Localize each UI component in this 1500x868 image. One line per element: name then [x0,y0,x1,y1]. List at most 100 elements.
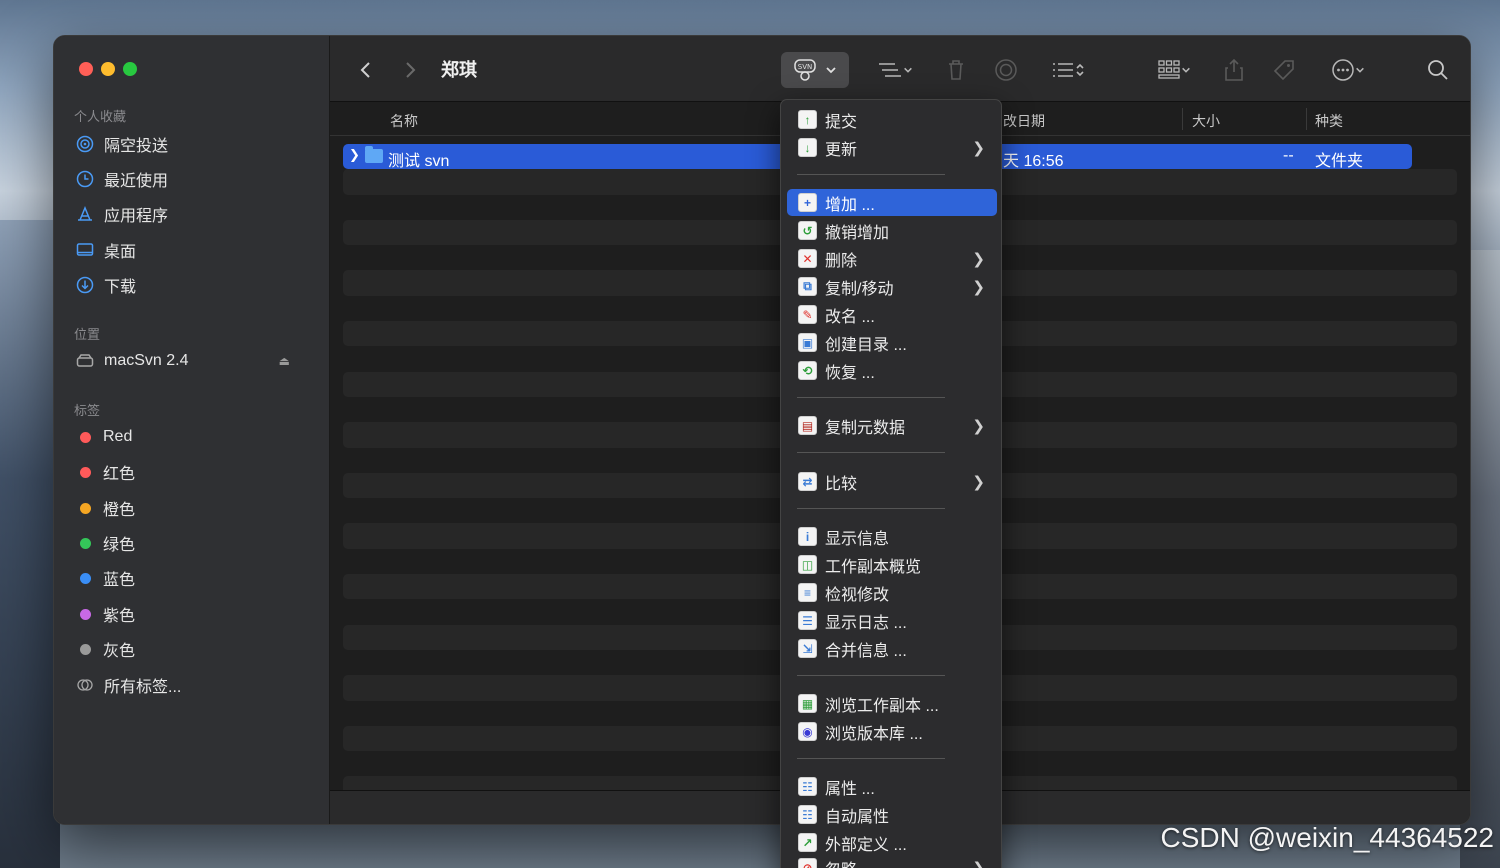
menu-item-label: 浏览工作副本 ... [825,697,939,715]
chevron-right-icon: ❯ [972,139,985,157]
menu-item-copy-metadata[interactable]: ▤ 复制元数据 ❯ [787,412,997,439]
airdrop-button[interactable] [990,54,1022,86]
column-divider[interactable] [1182,108,1183,130]
menu-item-label: 删除 [825,252,858,270]
menu-item-commit[interactable]: ↑ 提交 [787,106,997,133]
zoom-button[interactable] [123,62,137,76]
column-size[interactable]: 大小 [1192,111,1220,131]
chevron-down-icon [826,67,836,74]
tag-button[interactable] [1268,54,1300,86]
desktop-icon [76,241,94,259]
menu-item-auto-props[interactable]: ☷ 自动属性 [787,801,997,828]
sidebar-tag-orange[interactable]: 橙色 [76,493,316,523]
column-divider[interactable] [1306,108,1307,130]
menu-item-label: 自动属性 [825,808,890,826]
menu-item-delete[interactable]: ✕ 删除 ❯ [787,245,997,272]
menu-item-label: 外部定义 ... [825,836,907,854]
browse-wc-icon: ▦ [798,694,817,713]
menu-item-ignore[interactable]: ⊘ 忽略 ❯ [787,854,997,868]
menu-item-label: 创建目录 ... [825,336,907,354]
file-size: -- [1283,147,1294,164]
trash-button[interactable] [942,54,970,86]
merge-icon: ⇲ [798,639,817,658]
sidebar-tag-blue[interactable]: 蓝色 [76,563,316,593]
close-button[interactable] [79,62,93,76]
chevron-down-icon [1356,67,1364,73]
externals-icon: ↗ [798,833,817,852]
column-name[interactable]: 名称 [390,111,418,131]
list-view-button[interactable] [870,54,920,86]
sidebar-item-airdrop[interactable]: 隔空投送 [76,129,316,159]
eject-icon[interactable]: ⏏ [279,354,290,368]
chevron-updown-icon [1076,63,1084,77]
share-button[interactable] [1220,54,1248,86]
menu-item-mkdir[interactable]: ▣ 创建目录 ... [787,329,997,356]
compare-icon: ⇄ [798,472,817,491]
menu-item-update[interactable]: ↓ 更新 ❯ [787,134,997,161]
back-button[interactable] [354,54,378,86]
svn-icon: SVN [794,59,816,81]
menu-item-overview[interactable]: ◫ 工作副本概览 [787,551,997,578]
browse-repo-icon: ◉ [798,722,817,741]
svg-text:SVN: SVN [798,63,812,71]
menu-item-rename[interactable]: ✎ 改名 ... [787,301,997,328]
column-date[interactable]: 改日期 [1003,111,1045,131]
revert-add-icon: ↺ [798,221,817,240]
disclosure-icon[interactable]: ❯ [349,147,360,163]
menu-item-browse-wc[interactable]: ▦ 浏览工作副本 ... [787,690,997,717]
all-tags-label: 所有标签... [104,679,182,696]
sidebar: 个人收藏 隔空投送 最近使用 应用程序 桌面 下载 位置 macSvn 2.4 … [54,36,330,824]
menu-item-restore[interactable]: ⟲ 恢复 ... [787,357,997,384]
group-list-icon [1053,63,1073,77]
more-actions-button[interactable] [1322,54,1374,86]
svn-menu-button[interactable]: SVN [781,52,849,88]
sidebar-item-applications[interactable]: 应用程序 [76,199,316,229]
tag-dot-icon [80,431,91,443]
ellipsis-circle-icon [1332,59,1354,81]
sidebar-item-downloads[interactable]: 下载 [76,270,316,300]
column-kind[interactable]: 种类 [1315,111,1343,131]
menu-item-revert-add[interactable]: ↺ 撤销增加 [787,217,997,244]
airdrop-icon [995,59,1017,81]
sidebar-item-label: 桌面 [104,244,137,261]
props-icon: ☷ [798,777,817,796]
sidebar-tag-red-en[interactable]: Red [76,422,316,452]
file-date: 天 16:56 [1003,153,1064,170]
menu-item-browse-repo[interactable]: ◉ 浏览版本库 ... [787,718,997,745]
sidebar-tag-red[interactable]: 红色 [76,457,316,487]
sidebar-tag-gray[interactable]: 灰色 [76,634,316,664]
menu-item-add[interactable]: + 增加 ... [787,189,997,216]
mkdir-icon: ▣ [798,333,817,352]
sidebar-tag-green[interactable]: 绿色 [76,528,316,558]
restore-icon: ⟲ [798,361,817,380]
menu-item-info[interactable]: i 显示信息 [787,523,997,550]
menu-item-compare[interactable]: ⇄ 比较 ❯ [787,468,997,495]
update-icon: ↓ [798,138,817,157]
sidebar-item-macsvn[interactable]: macSvn 2.4 ⏏ [76,346,316,376]
menu-item-label: 提交 [825,113,858,131]
sidebar-all-tags[interactable]: 所有标签... [76,670,316,700]
menu-item-log[interactable]: ☰ 显示日志 ... [787,607,997,634]
sidebar-tag-purple[interactable]: 紫色 [76,599,316,629]
forward-button[interactable] [398,54,422,86]
group-by-button[interactable] [1042,54,1094,86]
chevron-down-icon [1182,67,1190,73]
gallery-view-button[interactable] [1148,54,1200,86]
menu-separator [797,758,945,759]
menu-item-label: 检视修改 [825,586,890,604]
menu-item-label: 忽略 [825,856,857,868]
menu-item-review[interactable]: ≡ 检视修改 [787,579,997,606]
menu-item-merge[interactable]: ⇲ 合并信息 ... [787,635,997,662]
menu-item-externals[interactable]: ↗ 外部定义 ... [787,829,997,856]
sidebar-item-desktop[interactable]: 桌面 [76,235,316,265]
menu-item-props[interactable]: ☷ 属性 ... [787,773,997,800]
menu-item-copy-move[interactable]: ⧉ 复制/移动 ❯ [787,273,997,300]
search-button[interactable] [1422,54,1454,86]
svn-context-menu: ↑ 提交 ↓ 更新 ❯ + 增加 ... ↺ 撤销增加 ✕ 删除 ❯ ⧉ 复制/移动 ❯ ✎ 改名 … [780,99,1002,868]
window-title: 郑琪 [441,60,477,80]
sidebar-item-recents[interactable]: 最近使用 [76,164,316,194]
chevron-left-icon [360,62,370,78]
minimize-button[interactable] [101,62,115,76]
share-icon [1225,58,1243,81]
menu-item-label: 工作副本概览 [825,558,922,576]
